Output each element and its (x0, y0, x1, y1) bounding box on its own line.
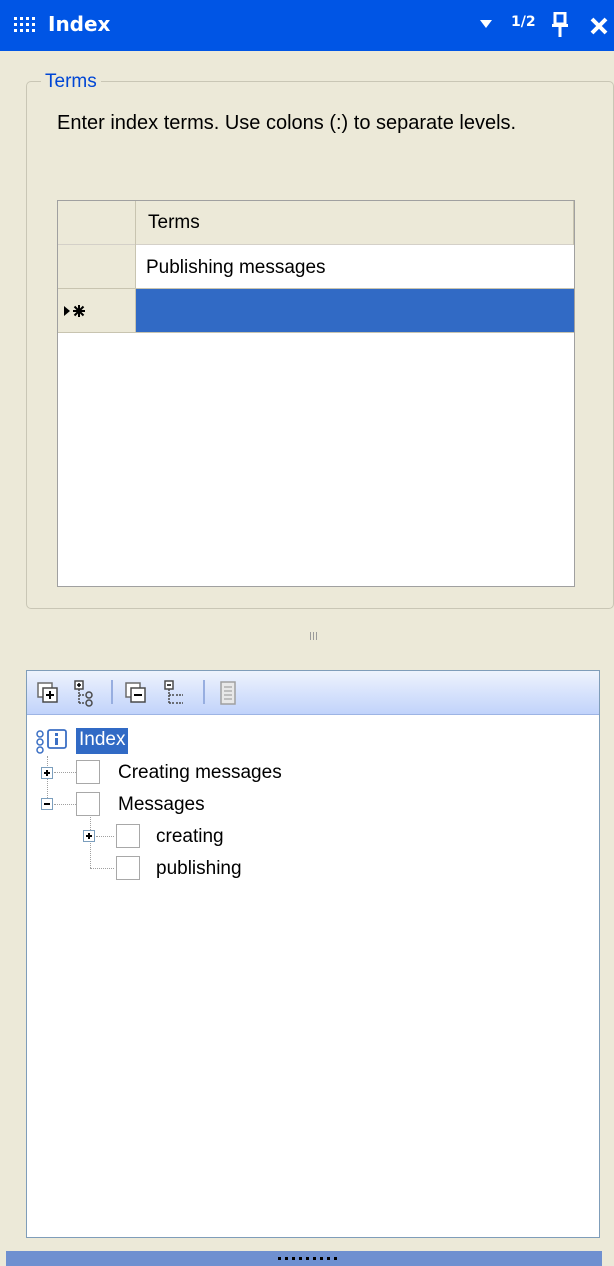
resize-grip-icon[interactable] (278, 1257, 342, 1261)
tree-connector (96, 836, 114, 837)
title-bar: Index 1/2 (0, 0, 614, 51)
page-indicator[interactable]: 1/2 (511, 14, 536, 30)
splitter-grip-icon[interactable] (310, 632, 318, 640)
checkbox-messages[interactable] (76, 792, 100, 816)
terms-cell-value: Publishing messages (146, 257, 326, 278)
tree-node-messages[interactable]: Messages (118, 794, 205, 816)
terms-grid[interactable]: Terms Publishing messages (57, 200, 575, 587)
tree-root-label[interactable]: Index (76, 728, 129, 754)
instructions-text: Enter index terms. Use colons (:) to sep… (57, 112, 517, 134)
grid-corner-cell[interactable] (58, 201, 136, 245)
close-icon[interactable] (590, 17, 608, 35)
terms-column-label: Terms (148, 212, 200, 233)
tree-connector (54, 804, 76, 805)
index-root-icon (36, 729, 67, 754)
new-term-cell[interactable] (136, 289, 574, 333)
checkbox-creating-messages[interactable] (76, 760, 100, 784)
expand-toggle-creating[interactable] (83, 830, 95, 842)
tree-connector (90, 868, 114, 869)
add-term-icon[interactable] (35, 679, 61, 707)
tree-connector (47, 756, 48, 802)
toolbar-separator (111, 680, 113, 704)
remove-term-icon[interactable] (123, 679, 149, 707)
pin-icon[interactable] (552, 12, 568, 38)
properties-icon[interactable] (215, 679, 241, 707)
panel-title: Index (48, 12, 111, 36)
new-row-header[interactable] (58, 289, 136, 333)
tree-node-creating[interactable]: creating (156, 826, 224, 848)
terms-cell[interactable]: Publishing messages (136, 245, 574, 289)
checkbox-creating[interactable] (116, 824, 140, 848)
grip-icon[interactable] (14, 17, 36, 33)
index-tree-panel[interactable] (26, 670, 600, 1238)
checkbox-publishing[interactable] (116, 856, 140, 880)
terms-group-label: Terms (41, 71, 101, 93)
terms-column-header[interactable]: Terms (136, 201, 574, 245)
row-header[interactable] (58, 245, 136, 289)
grid-header: Terms (58, 201, 574, 245)
tree-connector (54, 772, 76, 773)
tree-node-publishing[interactable]: publishing (156, 858, 242, 880)
tree-toolbar (27, 671, 599, 715)
collapse-toggle-messages[interactable] (41, 798, 53, 810)
new-row-marker-icon (64, 305, 85, 317)
dropdown-arrow-icon[interactable] (480, 20, 492, 30)
tree-node-creating-messages[interactable]: Creating messages (118, 762, 282, 784)
add-subterm-icon[interactable] (71, 679, 97, 707)
expand-toggle-creating-messages[interactable] (41, 767, 53, 779)
remove-subterm-icon[interactable] (161, 679, 187, 707)
toolbar-separator (203, 680, 205, 704)
